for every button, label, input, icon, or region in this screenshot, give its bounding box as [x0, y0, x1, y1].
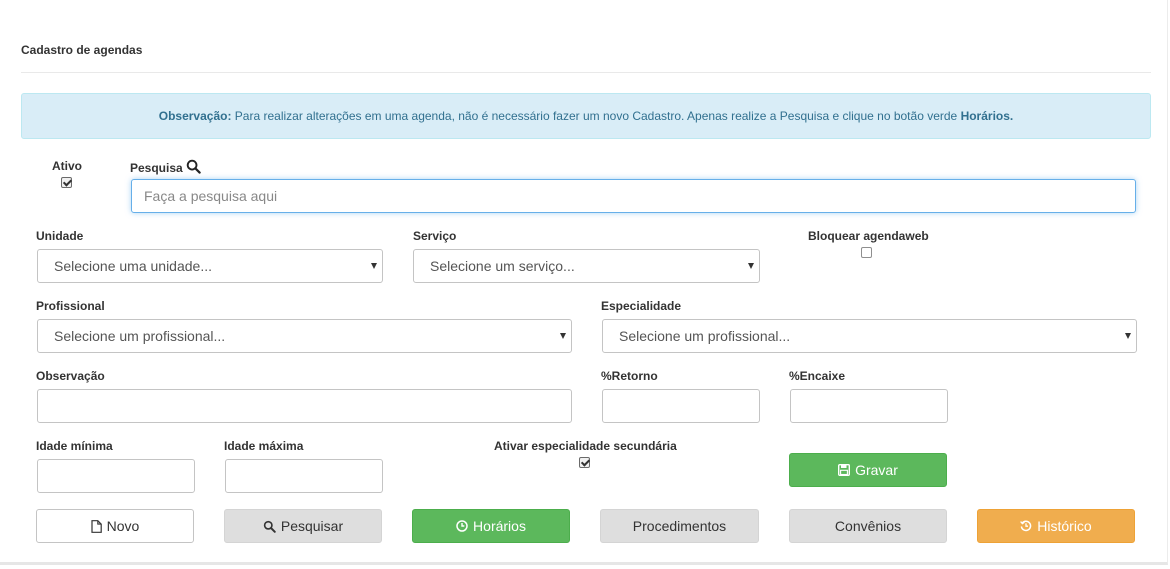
- history-icon: [1020, 520, 1032, 532]
- idade-max-input[interactable]: [225, 459, 383, 493]
- clock-icon: [456, 520, 468, 532]
- profissional-label: Profissional: [36, 299, 105, 313]
- idade-max-label: Idade máxima: [224, 439, 304, 453]
- especialidade-selected: Selecione um profissional...: [619, 328, 791, 344]
- profissional-selected: Selecione um profissional...: [54, 328, 226, 344]
- unidade-label: Unidade: [36, 229, 84, 243]
- servico-selected: Selecione um serviço...: [430, 258, 575, 274]
- novo-label: Novo: [106, 518, 140, 534]
- historico-label: Histórico: [1037, 518, 1092, 534]
- profissional-select[interactable]: Selecione um profissional...: [37, 319, 572, 353]
- search-icon: [263, 520, 276, 533]
- page-title: Cadastro de agendas: [21, 43, 143, 57]
- procedimentos-label: Procedimentos: [632, 518, 727, 534]
- pesquisa-label-wrap: Pesquisa: [130, 159, 201, 177]
- save-icon: [838, 464, 851, 476]
- pesquisar-button[interactable]: Pesquisar: [224, 509, 382, 543]
- title-divider: [21, 72, 1151, 73]
- idade-min-label: Idade mínima: [36, 439, 113, 453]
- ativo-checkbox[interactable]: [61, 177, 72, 188]
- bloquear-label: Bloquear agendaweb: [808, 229, 929, 243]
- convenios-label: Convênios: [834, 518, 902, 534]
- encaixe-input[interactable]: [790, 389, 948, 423]
- gravar-button[interactable]: Gravar: [789, 453, 947, 487]
- observacao-input[interactable]: [37, 389, 572, 423]
- idade-min-input[interactable]: [37, 459, 195, 493]
- alert-text: Para realizar alterações em uma agenda, …: [231, 109, 961, 123]
- search-input[interactable]: [131, 179, 1136, 213]
- secundaria-label: Ativar especialidade secundária: [494, 439, 677, 453]
- chevron-down-icon: [560, 333, 566, 339]
- novo-button[interactable]: Novo: [36, 509, 194, 543]
- chevron-down-icon: [371, 263, 377, 269]
- ativo-label: Ativo: [52, 159, 82, 173]
- procedimentos-button[interactable]: Procedimentos: [600, 509, 759, 543]
- unidade-select[interactable]: Selecione uma unidade...: [37, 249, 383, 283]
- historico-button[interactable]: Histórico: [977, 509, 1135, 543]
- secundaria-checkbox[interactable]: [579, 457, 590, 468]
- main-panel: Cadastro de agendas Observação: Para rea…: [0, 0, 1168, 565]
- search-icon: [186, 159, 201, 177]
- alert-bold-prefix: Observação:: [158, 109, 232, 123]
- servico-select[interactable]: Selecione um serviço...: [413, 249, 760, 283]
- encaixe-label: %Encaixe: [789, 369, 846, 383]
- observacao-label: Observação: [36, 369, 105, 383]
- pesquisar-label: Pesquisar: [280, 518, 344, 534]
- bloquear-checkbox[interactable]: [861, 247, 872, 258]
- alert-bold-suffix: Horários.: [960, 109, 1014, 123]
- chevron-down-icon: [1125, 333, 1131, 339]
- retorno-label: %Retorno: [601, 369, 658, 383]
- file-icon: [91, 519, 102, 533]
- gravar-label: Gravar: [855, 462, 898, 478]
- especialidade-select[interactable]: Selecione um profissional...: [602, 319, 1137, 353]
- retorno-input[interactable]: [602, 389, 760, 423]
- unidade-selected: Selecione uma unidade...: [54, 258, 212, 274]
- info-alert: Observação: Para realizar alterações em …: [21, 93, 1151, 139]
- servico-label: Serviço: [413, 229, 457, 243]
- convenios-button[interactable]: Convênios: [789, 509, 947, 543]
- horarios-button[interactable]: Horários: [412, 509, 570, 543]
- pesquisa-label: Pesquisa: [130, 161, 183, 175]
- especialidade-label: Especialidade: [601, 299, 682, 313]
- chevron-down-icon: [748, 263, 754, 269]
- horarios-label: Horários: [473, 518, 526, 534]
